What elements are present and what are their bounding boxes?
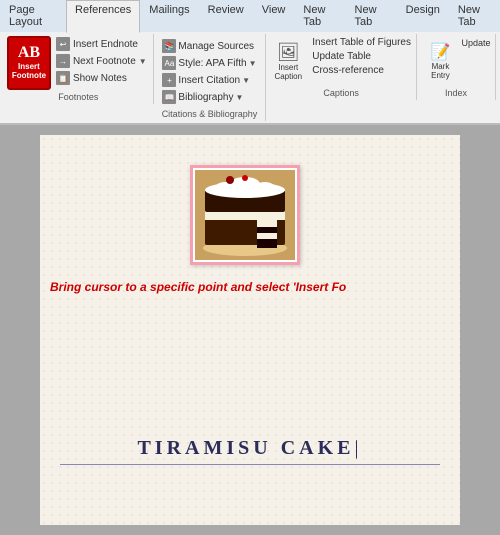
- bibliography-arrow: ▼: [235, 93, 243, 102]
- cake-image: [195, 170, 295, 260]
- mark-entry-icon: 📝: [430, 42, 450, 62]
- cake-svg: [195, 170, 295, 260]
- footnotes-group-label: Footnotes: [58, 92, 98, 102]
- cross-reference-button[interactable]: Cross-reference: [310, 64, 413, 77]
- captions-group-label: Captions: [323, 88, 359, 98]
- ribbon-tab-bar: Page Layout References Mailings Review V…: [0, 0, 500, 32]
- cursor: |: [355, 437, 363, 459]
- insert-footnote-label: InsertFootnote: [12, 63, 46, 81]
- endnote-icon: ↩: [56, 37, 70, 51]
- update-table-button[interactable]: Update Table: [310, 50, 413, 63]
- tab-page-layout[interactable]: Page Layout: [0, 0, 66, 32]
- manage-sources-icon: 📚: [162, 39, 176, 53]
- show-notes-button[interactable]: 📋 Show Notes: [53, 70, 150, 86]
- ribbon-content: AB InsertFootnote ↩ Insert Endnote → Nex…: [0, 32, 500, 124]
- manage-sources-button[interactable]: 📚 Manage Sources: [159, 38, 259, 54]
- show-notes-icon: 📋: [56, 71, 70, 85]
- insert-endnote-button[interactable]: ↩ Insert Endnote: [53, 36, 150, 52]
- instruction-text: Bring cursor to a specific point and sel…: [50, 280, 450, 294]
- title-text: TIRAMISU CAKE: [137, 437, 354, 459]
- footnote-small-buttons: ↩ Insert Endnote → Next Footnote ▼ 📋 Sho…: [53, 36, 150, 86]
- style-arrow: ▼: [249, 59, 257, 68]
- captions-group: 🖼 Insert Caption Insert Table of Figures…: [266, 34, 417, 100]
- insert-caption-label: Insert Caption: [271, 63, 305, 81]
- index-group-label: Index: [445, 88, 467, 98]
- next-footnote-icon: →: [56, 54, 70, 68]
- style-icon: Aa: [162, 56, 176, 70]
- tab-newtab3[interactable]: New Tab: [449, 0, 500, 32]
- bibliography-icon: 📖: [162, 90, 176, 104]
- citations-group: 📚 Manage Sources Aa Style: APA Fifth ▼ +…: [154, 34, 267, 121]
- footnotes-group: AB InsertFootnote ↩ Insert Endnote → Nex…: [4, 34, 154, 104]
- citations-group-label: Citations & Bibliography: [162, 109, 258, 119]
- bibliography-button[interactable]: 📖 Bibliography ▼: [159, 89, 259, 105]
- caption-icon: 🖼: [277, 42, 300, 63]
- next-footnote-arrow: ▼: [139, 57, 147, 66]
- tab-review[interactable]: Review: [199, 0, 253, 32]
- mark-entry-button[interactable]: 📝 Mark Entry: [421, 36, 459, 86]
- caption-small-buttons: Insert Table of Figures Update Table Cro…: [310, 36, 413, 77]
- tab-newtab2[interactable]: New Tab: [346, 0, 397, 32]
- insert-footnote-button[interactable]: AB InsertFootnote: [7, 36, 51, 90]
- tab-view[interactable]: View: [253, 0, 295, 32]
- insert-citation-icon: +: [162, 73, 176, 87]
- insert-table-figures-button[interactable]: Insert Table of Figures: [310, 36, 413, 49]
- mark-entry-label: Mark Entry: [421, 62, 459, 80]
- tab-newtab1[interactable]: New Tab: [294, 0, 345, 32]
- ab-icon: AB: [18, 45, 40, 61]
- tab-references[interactable]: References: [66, 0, 140, 33]
- update-index-label: Update: [461, 38, 490, 48]
- document-area: Bring cursor to a specific point and sel…: [0, 125, 500, 535]
- insert-citation-button[interactable]: + Insert Citation ▼: [159, 72, 253, 88]
- next-footnote-button[interactable]: → Next Footnote ▼: [53, 53, 150, 69]
- document-page[interactable]: Bring cursor to a specific point and sel…: [40, 135, 460, 525]
- insert-citation-arrow: ▼: [242, 76, 250, 85]
- document-title[interactable]: TIRAMISU CAKE|: [60, 437, 440, 465]
- tab-design[interactable]: Design: [397, 0, 449, 32]
- insert-caption-button[interactable]: 🖼 Insert Caption: [269, 36, 307, 86]
- tab-mailings[interactable]: Mailings: [140, 0, 198, 32]
- style-button[interactable]: Aa Style: APA Fifth ▼: [159, 55, 259, 71]
- index-group: 📝 Mark Entry Update Index: [417, 34, 496, 100]
- ribbon: Page Layout References Mailings Review V…: [0, 0, 500, 125]
- document-image[interactable]: [190, 165, 300, 265]
